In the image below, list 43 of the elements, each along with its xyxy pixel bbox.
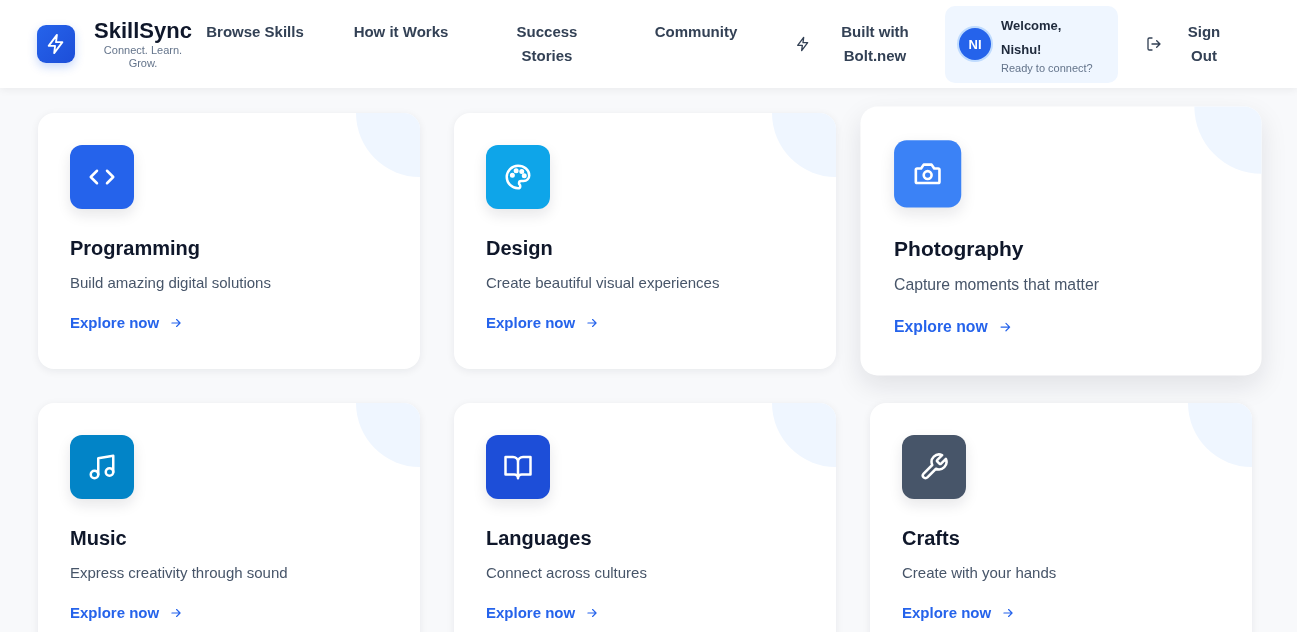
category-card[interactable]: Photography Capture moments that matter Explore now <box>860 106 1262 376</box>
nav-link[interactable]: Success Stories <box>495 20 599 68</box>
logout-icon <box>1146 36 1162 52</box>
category-card[interactable]: Languages Connect across cultures Explore now <box>454 403 836 632</box>
category-card[interactable]: Music Express creativity through sound Explore now <box>38 403 420 632</box>
category-title: Programming <box>70 236 202 261</box>
logo-icon <box>37 25 75 63</box>
arrow-right-icon <box>1001 606 1016 620</box>
category-card[interactable]: Crafts Create with your hands Explore now <box>870 403 1252 632</box>
explore-link[interactable]: Explore now <box>70 603 184 623</box>
user-avatar: NI <box>959 28 991 60</box>
category-description: Capture moments that matter <box>894 274 1100 296</box>
category-description: Build amazing digital solutions <box>70 273 272 293</box>
explore-link[interactable]: Explore now <box>902 603 1016 623</box>
category-title: Music <box>70 526 128 551</box>
lightning-icon <box>795 36 811 52</box>
sign-out-link[interactable]: Sign Out <box>1146 20 1224 68</box>
explore-link[interactable]: Explore now <box>486 313 600 333</box>
category-title: Crafts <box>902 526 961 551</box>
category-description: Express creativity through sound <box>70 563 289 583</box>
arrow-right-icon <box>585 316 600 330</box>
welcome-text: Welcome, Nishu! <box>1001 17 1063 59</box>
arrow-right-icon <box>585 606 600 620</box>
nav-link[interactable]: Community <box>641 20 751 68</box>
category-description: Connect across cultures <box>486 563 648 583</box>
category-card[interactable]: Programming Build amazing digital solutions Explore now <box>38 113 420 369</box>
category-description: Create beautiful visual experiences <box>486 273 721 293</box>
category-description: Create with your hands <box>902 563 1058 583</box>
brand-tagline: Connect. Learn. Grow. <box>102 44 184 70</box>
arrow-right-icon <box>169 606 184 620</box>
category-card[interactable]: Design Create beautiful visual experiences Explore now <box>454 113 836 369</box>
brand-name: SkillSync <box>94 18 192 44</box>
user-status: Ready to connect? <box>1001 62 1093 74</box>
built-with-link[interactable]: Built with Bolt.new <box>795 20 913 68</box>
nav-link[interactable]: How it Works <box>349 20 453 68</box>
category-title: Languages <box>486 526 593 551</box>
explore-link[interactable]: Explore now <box>894 316 1013 338</box>
nav-link[interactable]: Browse Skills <box>203 20 307 68</box>
category-title: Design <box>486 236 554 261</box>
explore-link[interactable]: Explore now <box>486 603 600 623</box>
category-title: Photography <box>894 235 1025 262</box>
arrow-right-icon <box>169 316 184 330</box>
explore-link[interactable]: Explore now <box>70 313 184 333</box>
